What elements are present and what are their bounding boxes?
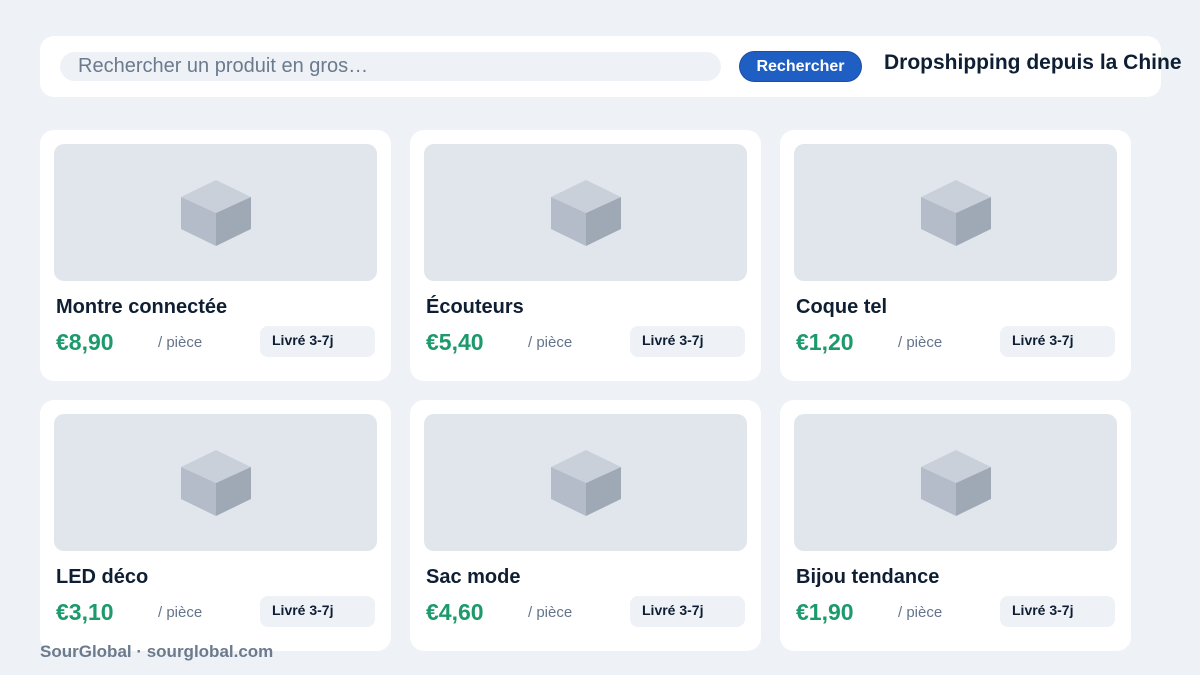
price-unit: / pièce bbox=[528, 334, 573, 351]
product-price: €3,10 bbox=[56, 599, 114, 625]
product-price: €1,20 bbox=[796, 329, 854, 355]
box-icon bbox=[920, 449, 991, 516]
product-name[interactable]: Sac mode bbox=[426, 566, 520, 589]
product-image[interactable] bbox=[794, 414, 1117, 551]
product-image[interactable] bbox=[54, 144, 377, 281]
price-unit: / pièce bbox=[528, 604, 573, 621]
product-name[interactable]: Écouteurs bbox=[426, 296, 524, 319]
delivery-badge: Livré 3-7j bbox=[1000, 326, 1115, 357]
product-name[interactable]: Coque tel bbox=[796, 296, 887, 319]
product-image[interactable] bbox=[424, 414, 747, 551]
delivery-badge: Livré 3-7j bbox=[260, 596, 375, 627]
product-price: €8,90 bbox=[56, 329, 114, 355]
box-icon bbox=[550, 179, 621, 246]
delivery-badge: Livré 3-7j bbox=[260, 326, 375, 357]
product-card[interactable]: Écouteurs €5,40 / pièce Livré 3-7j bbox=[410, 130, 761, 381]
product-name[interactable]: Montre connectée bbox=[56, 296, 227, 319]
box-icon bbox=[180, 449, 251, 516]
search-bar: Rechercher Dropshipping depuis la Chine bbox=[40, 36, 1182, 97]
footer-brand: SourGlobal · sourglobal.com bbox=[40, 642, 274, 661]
product-price: €5,40 bbox=[426, 329, 484, 355]
delivery-badge: Livré 3-7j bbox=[630, 596, 745, 627]
product-image[interactable] bbox=[794, 144, 1117, 281]
delivery-badge: Livré 3-7j bbox=[1000, 596, 1115, 627]
product-card[interactable]: Montre connectée €8,90 / pièce Livré 3-7… bbox=[40, 130, 391, 381]
price-unit: / pièce bbox=[158, 334, 203, 351]
page-tagline: Dropshipping depuis la Chine bbox=[884, 51, 1182, 74]
price-unit: / pièce bbox=[158, 604, 203, 621]
box-icon bbox=[920, 179, 991, 246]
product-image[interactable] bbox=[424, 144, 747, 281]
product-card[interactable]: Bijou tendance €1,90 / pièce Livré 3-7j bbox=[780, 400, 1131, 651]
product-price: €4,60 bbox=[426, 599, 484, 625]
product-name[interactable]: Bijou tendance bbox=[796, 566, 939, 589]
price-unit: / pièce bbox=[898, 604, 943, 621]
delivery-badge: Livré 3-7j bbox=[630, 326, 745, 357]
box-icon bbox=[180, 179, 251, 246]
product-card[interactable]: Coque tel €1,20 / pièce Livré 3-7j bbox=[780, 130, 1131, 381]
product-price: €1,90 bbox=[796, 599, 854, 625]
search-input[interactable] bbox=[60, 52, 721, 81]
product-image[interactable] bbox=[54, 414, 377, 551]
product-name[interactable]: LED déco bbox=[56, 566, 148, 589]
box-icon bbox=[550, 449, 621, 516]
price-unit: / pièce bbox=[898, 334, 943, 351]
product-card[interactable]: Sac mode €4,60 / pièce Livré 3-7j bbox=[410, 400, 761, 651]
product-card[interactable]: LED déco €3,10 / pièce Livré 3-7j bbox=[40, 400, 391, 651]
search-button[interactable]: Rechercher bbox=[740, 52, 861, 81]
